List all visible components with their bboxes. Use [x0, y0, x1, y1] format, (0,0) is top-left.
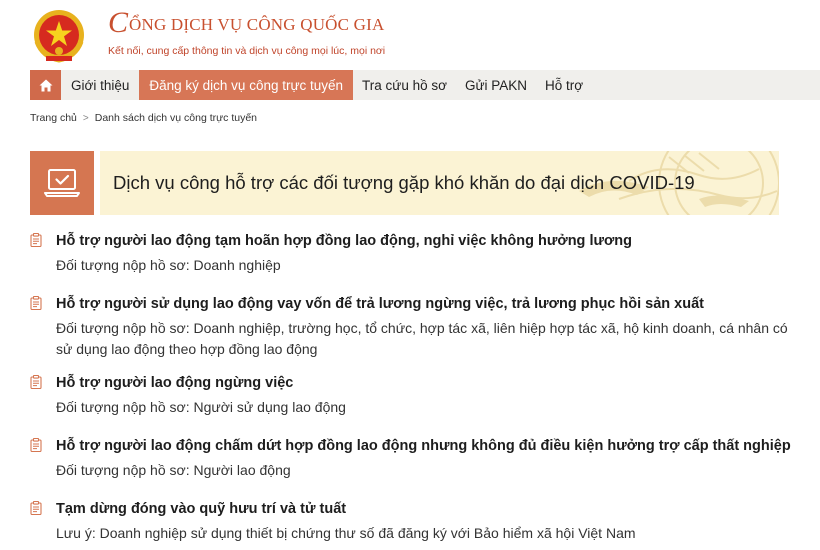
covid-banner: Dịch vụ công hỗ trợ các đối tượng gặp kh… [100, 151, 779, 215]
breadcrumb-separator: > [82, 112, 89, 124]
service-description: Đối tượng nộp hồ sơ: Người sử dụng lao đ… [56, 399, 346, 415]
nav-item-ho-tro[interactable]: Hỗ trợ [536, 70, 592, 100]
banner-icon-box [30, 151, 94, 215]
nav-home-button[interactable] [30, 70, 61, 100]
document-icon [30, 438, 42, 452]
nav-item-gioi-thieu[interactable]: Giới thiệu [61, 70, 138, 100]
document-icon [30, 501, 42, 515]
service-item: Hỗ trợ người sử dụng lao động vay vốn để… [30, 292, 790, 357]
nav-item-dang-ky-dich-vu[interactable]: Đăng ký dịch vụ công trực tuyến [139, 70, 354, 100]
service-title-link[interactable]: Hỗ trợ người sử dụng lao động vay vốn để… [56, 292, 790, 316]
service-description: Đối tượng nộp hồ sơ: Doanh nghiệp, trườn… [56, 320, 788, 357]
service-title-link[interactable]: Hỗ trợ người lao động chấm dứt hợp đồng … [56, 434, 791, 458]
service-list: Hỗ trợ người lao động tạm hoãn hợp đồng … [30, 229, 791, 543]
nav-item-tra-cuu-ho-so[interactable]: Tra cứu hồ sơ [353, 70, 456, 100]
home-icon [39, 79, 52, 91]
breadcrumb: Trang chủ > Danh sách dịch vụ công trực … [30, 112, 257, 124]
service-item: Hỗ trợ người lao động tạm hoãn hợp đồng … [30, 229, 790, 275]
main-nav: Giới thiệu Đăng ký dịch vụ công trực tuy… [30, 70, 820, 100]
service-description: Lưu ý: Doanh nghiệp sử dụng thiết bị chứ… [56, 525, 636, 541]
site-subtitle: Kết nối, cung cấp thông tin và dịch vụ c… [108, 45, 386, 57]
document-icon [30, 375, 42, 389]
service-item: Tạm dừng đóng vào quỹ hưu trí và tử tuất… [30, 497, 790, 543]
banner-title: Dịch vụ công hỗ trợ các đối tượng gặp kh… [113, 172, 695, 193]
site-title-initial: C [108, 6, 129, 39]
service-description: Đối tượng nộp hồ sơ: Doanh nghiệp [56, 257, 281, 273]
breadcrumb-home-link[interactable]: Trang chủ [30, 112, 77, 124]
service-title-link[interactable]: Hỗ trợ người lao động tạm hoãn hợp đồng … [56, 229, 790, 253]
laptop-check-icon [44, 169, 80, 197]
nav-item-gui-pakn[interactable]: Gửi PAKN [456, 70, 536, 100]
service-item: Hỗ trợ người lao động chấm dứt hợp đồng … [30, 434, 791, 480]
service-title-link[interactable]: Hỗ trợ người lao động ngừng việc [56, 371, 790, 395]
service-item: Hỗ trợ người lao động ngừng việc Đối tượ… [30, 371, 790, 417]
service-title-link[interactable]: Tạm dừng đóng vào quỹ hưu trí và tử tuất [56, 497, 790, 521]
document-icon [30, 296, 42, 310]
document-icon [30, 233, 42, 247]
national-emblem-icon[interactable] [28, 6, 90, 66]
service-description: Đối tượng nộp hồ sơ: Người lao động [56, 462, 291, 478]
site-header: C ỔNG DỊCH VỤ CÔNG QUỐC GIA Kết nối, cun… [0, 0, 820, 68]
breadcrumb-current: Danh sách dịch vụ công trực tuyến [94, 112, 258, 124]
site-title-text: ỔNG DỊCH VỤ CÔNG QUỐC GIA [129, 15, 385, 34]
site-title[interactable]: C ỔNG DỊCH VỤ CÔNG QUỐC GIA [108, 6, 385, 40]
